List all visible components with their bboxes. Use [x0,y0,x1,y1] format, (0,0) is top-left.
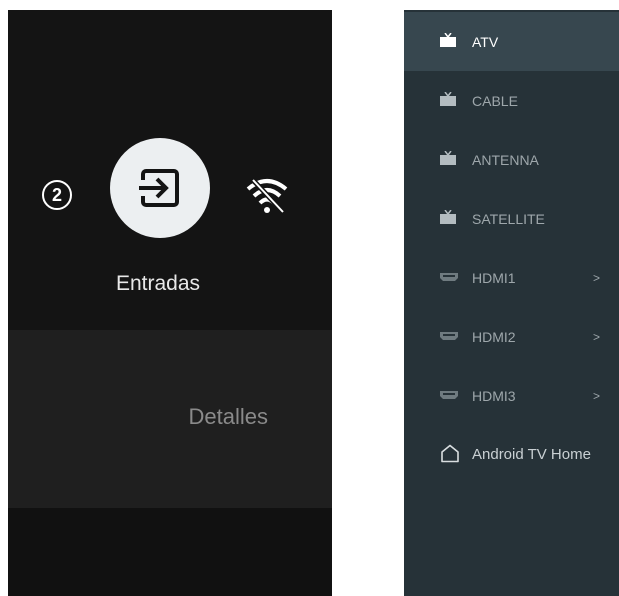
source-label: HDMI2 [472,328,516,345]
hdmi-icon [440,332,458,340]
source-label: Android TV Home [472,446,591,463]
source-item-satellite[interactable]: SATELLITE [404,189,619,248]
chevron-right-icon: > [593,270,601,285]
inputs-button[interactable] [110,138,210,238]
source-item-android-tv-home[interactable]: Android TV Home [404,425,619,484]
notification-count-badge[interactable]: 2 [42,180,72,210]
inputs-label: Entradas [115,272,201,295]
source-label: HDMI3 [472,387,516,404]
tv-icon [440,92,456,106]
source-item-hdmi2[interactable]: HDMI2 > [404,307,619,366]
badge-count: 2 [51,184,62,205]
source-item-antenna[interactable]: ANTENNA [404,130,619,189]
quick-settings-panel: 2 Entradas Detalles [8,10,332,596]
source-item-hdmi3[interactable]: HDMI3 > [404,366,619,425]
source-item-hdmi1[interactable]: HDMI1 > [404,248,619,307]
source-label: CABLE [472,92,518,109]
panel-footer [8,508,332,596]
source-item-atv[interactable]: ATV [404,12,619,71]
home-icon [441,444,459,463]
tv-icon [440,151,456,165]
source-item-cable[interactable]: CABLE [404,71,619,130]
tv-icon [440,210,456,224]
input-source-list: ATV CABLE ANTENNA SATELLITE HDMI1 > HDMI… [404,10,619,596]
chevron-right-icon: > [593,388,601,403]
source-label: ANTENNA [472,151,539,168]
hdmi-icon [440,273,458,281]
hdmi-icon [440,391,458,399]
input-icon [137,169,179,207]
source-label: SATELLITE [472,210,545,227]
details-label[interactable]: Detalles [8,404,268,430]
chevron-right-icon: > [593,329,601,344]
source-label: HDMI1 [472,269,516,286]
wifi-off-icon[interactable] [244,173,290,219]
source-label: ATV [472,33,499,50]
tv-icon [440,33,456,47]
